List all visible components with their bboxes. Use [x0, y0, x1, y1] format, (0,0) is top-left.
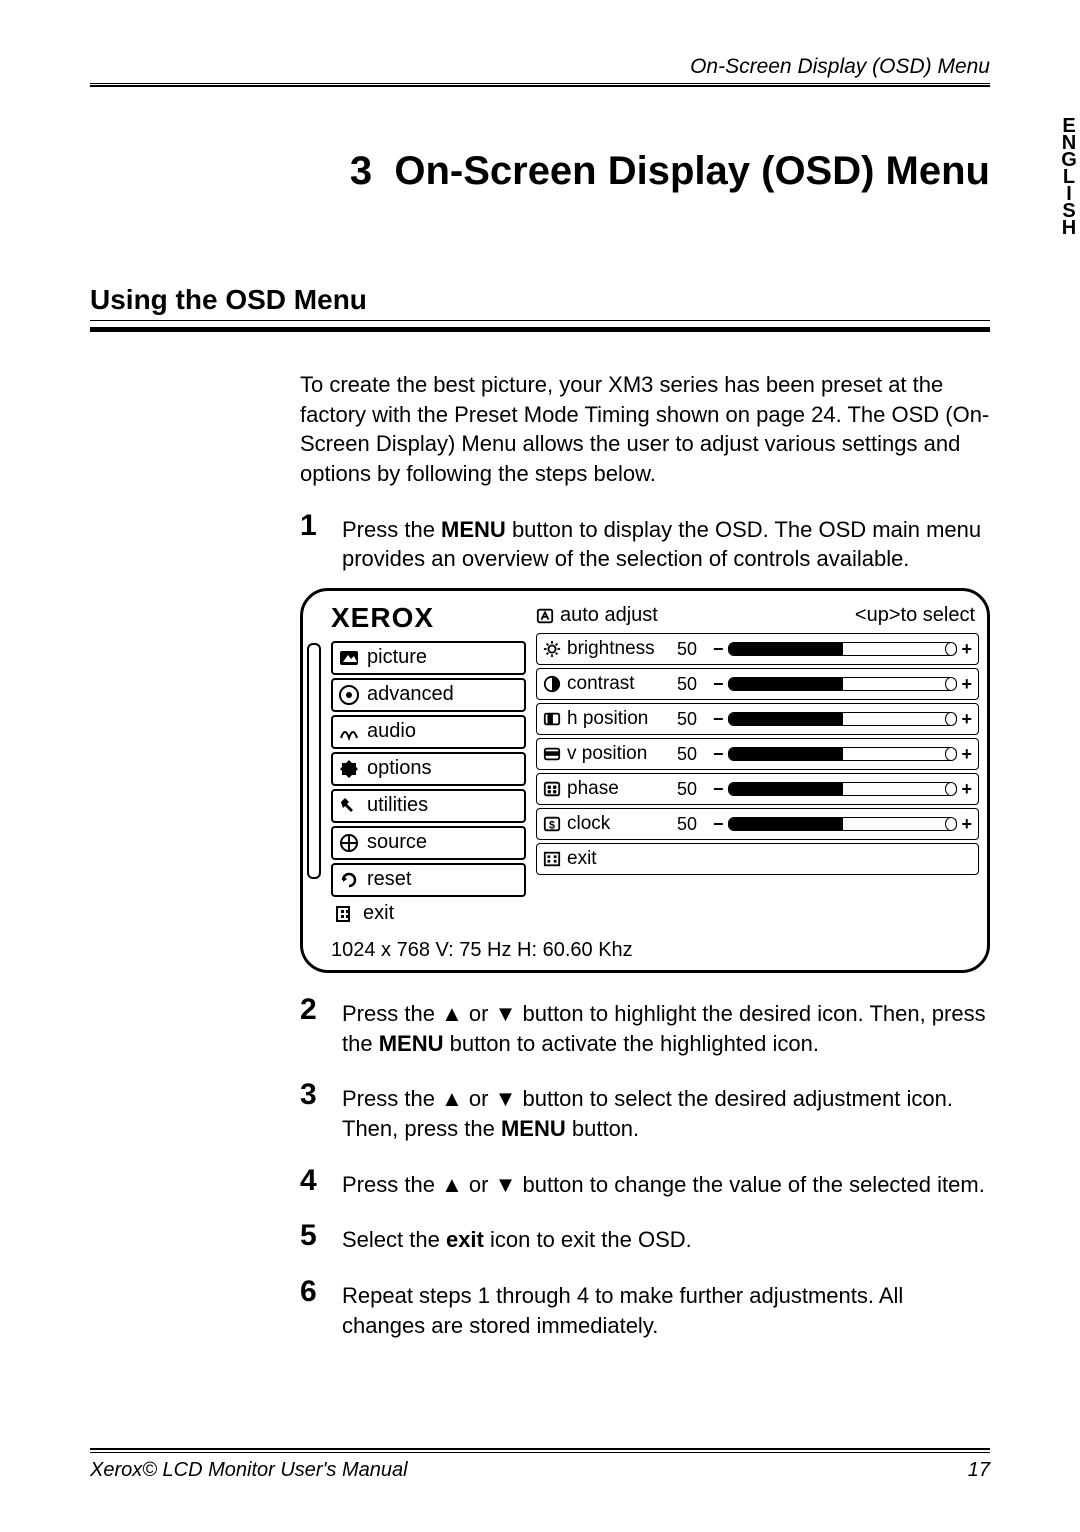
osd-row-hposition: h position 50 −+: [536, 703, 979, 735]
phase-icon: [543, 780, 561, 798]
step-6: 6 Repeat steps 1 through 4 to make furth…: [300, 1277, 990, 1340]
osd-left-source: source: [331, 826, 526, 860]
osd-row-clock: $clock 50 −+: [536, 808, 979, 840]
osd-left-options: options: [331, 752, 526, 786]
osd-row-contrast: contrast 50 −+: [536, 668, 979, 700]
vpos-icon: [543, 745, 561, 763]
step-number: 4: [300, 1166, 336, 1196]
intro-paragraph: To create the best picture, your XM3 ser…: [300, 370, 990, 489]
step-5: 5 Select the exit icon to exit the OSD.: [300, 1221, 990, 1255]
sun-icon: [543, 640, 561, 658]
osd-left-advanced: advanced: [331, 678, 526, 712]
utilities-icon: [339, 796, 359, 816]
exit-icon: [543, 850, 561, 868]
osd-status-line: 1024 x 768 V: 75 Hz H: 60.60 Khz: [303, 935, 987, 970]
step-number: 1: [300, 511, 336, 541]
osd-left-picture: picture: [331, 641, 526, 675]
slider: −+: [713, 742, 972, 766]
page-footer: Xerox© LCD Monitor User's Manual 17: [90, 1448, 990, 1482]
chapter-title: 3 On-Screen Display (OSD) Menu: [90, 149, 990, 194]
clock-icon: $: [543, 815, 561, 833]
osd-auto-adjust-label: auto adjust: [560, 602, 658, 629]
osd-right-pane: auto adjust <up>to select brightness 50 …: [536, 597, 979, 931]
slider: −+: [713, 672, 972, 696]
svg-text:$: $: [549, 820, 555, 832]
step-3: 3 Press the ▲ or ▼ button to select the …: [300, 1080, 990, 1143]
step-2: 2 Press the ▲ or ▼ button to highlight t…: [300, 995, 990, 1058]
section-title-text: Using the OSD Menu: [90, 284, 990, 321]
osd-left-pane: XEROX picture advanced aud: [331, 597, 526, 931]
language-side-tab: ENGLISH: [1057, 115, 1080, 234]
slider: −+: [713, 707, 972, 731]
source-icon: [339, 833, 359, 853]
step-number: 5: [300, 1221, 336, 1251]
step-number: 2: [300, 995, 336, 1025]
slider: −+: [713, 777, 972, 801]
slider: −+: [713, 812, 972, 836]
osd-row-phase: phase 50 −+: [536, 773, 979, 805]
slider: −+: [713, 637, 972, 661]
step-1: 1 Press the MENU button to display the O…: [300, 511, 990, 574]
osd-menu-figure: XEROX picture advanced aud: [300, 588, 990, 973]
step-number: 3: [300, 1080, 336, 1110]
auto-adjust-icon: [536, 606, 554, 624]
audio-icon: [339, 722, 359, 742]
advanced-icon: [339, 685, 359, 705]
page-number: 17: [968, 1459, 990, 1482]
osd-row-brightness: brightness 50 −+: [536, 633, 979, 665]
osd-left-exit: exit: [331, 900, 526, 928]
hpos-icon: [543, 710, 561, 728]
osd-row-vposition: v position 50 −+: [536, 738, 979, 770]
chapter-number: 3: [350, 149, 372, 193]
step-4: 4 Press the ▲ or ▼ button to change the …: [300, 1166, 990, 1200]
options-icon: [339, 759, 359, 779]
xerox-logo: XEROX: [331, 599, 526, 637]
running-header: On-Screen Display (OSD) Menu: [90, 55, 990, 84]
osd-row-exit: exit: [536, 843, 979, 875]
exit-icon: [335, 904, 355, 924]
chapter-title-text: On-Screen Display (OSD) Menu: [394, 149, 990, 193]
contrast-icon: [543, 675, 561, 693]
reset-icon: [339, 870, 359, 890]
picture-icon: [339, 648, 359, 668]
step-number: 6: [300, 1277, 336, 1307]
osd-left-audio: audio: [331, 715, 526, 749]
osd-left-scrollbar: [307, 643, 321, 879]
osd-left-reset: reset: [331, 863, 526, 897]
footer-manual-title: Xerox© LCD Monitor User's Manual: [90, 1459, 408, 1482]
osd-hint-text: <up>to select: [855, 602, 975, 629]
osd-left-utilities: utilities: [331, 789, 526, 823]
section-title: Using the OSD Menu: [90, 284, 990, 332]
